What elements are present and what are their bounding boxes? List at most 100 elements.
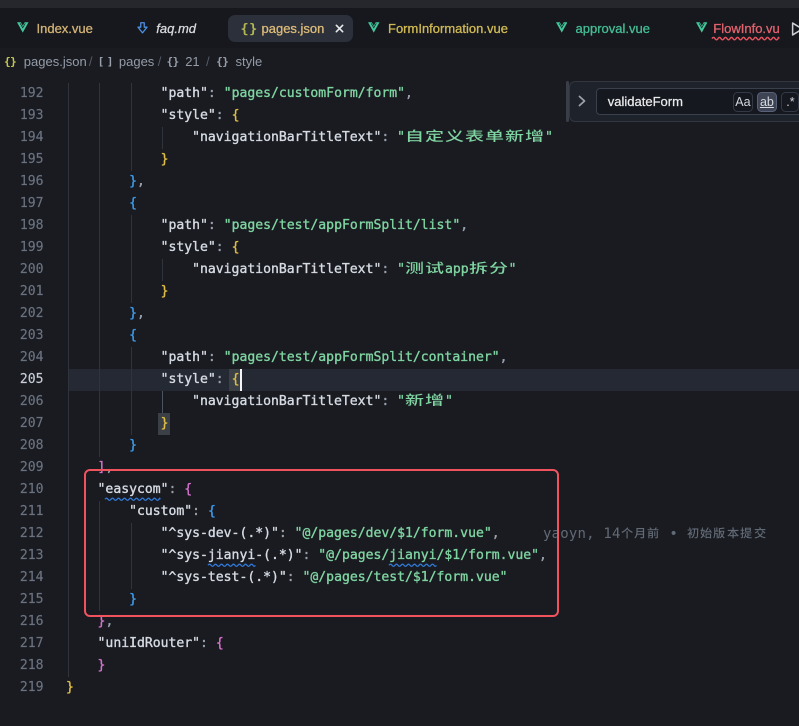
code-line: "style": { [66,237,239,259]
line-number: 201 [0,281,44,303]
token-k: "path" [161,218,208,233]
git-blame-annotation: yaoyn, 14 • [543,523,767,545]
token-s: "pages/customForm/form" [224,86,405,101]
token-b1: } [161,152,169,167]
line-number: 218 [0,655,44,677]
breadcrumb-item[interactable]: style [236,48,263,76]
find-regex-toggle[interactable]: .* [781,92,799,112]
tab-label[interactable]: approval.vue [576,21,650,36]
line-number: 196 [0,171,44,193]
breadcrumb-item[interactable]: pages [119,48,154,76]
toggle-replace-chevron-icon[interactable] [577,94,587,108]
object-icon: {} [4,48,16,76]
token-p: , [137,174,145,189]
indent-whitespace [66,174,129,189]
cjk-glyph [727,527,739,539]
object-icon: {} [216,48,228,76]
token-s: "pages/test/appFormSplit/list" [224,218,461,233]
code-line: } [66,655,105,677]
cjk-glyph [700,527,712,539]
vue-icon [696,22,708,33]
find-whole-word-label: ab [760,95,774,109]
token-p: : [381,394,397,409]
code-line: "style": { [66,105,239,127]
code-line: "path": "pages/customForm/form", [66,83,413,105]
code-editor[interactable]: 192 "path": "pages/customForm/form",193 … [0,76,799,726]
indent-whitespace [66,262,192,277]
token-s: "" [397,394,453,409]
cjk-glyph [445,129,464,143]
line-number: 206 [0,391,44,413]
markdown-icon [137,22,148,34]
code-line: "navigationBarTitleText": "" [66,391,453,413]
token-b1: } [161,284,169,299]
tab-label[interactable]: Index.vue [37,21,93,36]
vue-icon [17,22,29,33]
token-b1: } [66,680,74,695]
line-number: 197 [0,193,44,215]
token-k: "style" [161,240,216,255]
token-k: "path" [161,86,208,101]
tab-label[interactable]: faq.md [156,21,196,36]
indent-whitespace [66,372,161,387]
code-line: "uniIdRouter": { [66,633,224,655]
code-line: "navigationBarTitleText": "app" [66,259,517,281]
token-p: : [381,130,397,145]
code-line: "navigationBarTitleText": "" [66,127,553,149]
line-number: 204 [0,347,44,369]
token-p: , [460,218,468,233]
line-number: 194 [0,127,44,149]
indent-whitespace [66,438,129,453]
cjk-glyph [469,261,488,275]
indent-whitespace [66,196,129,211]
breadcrumb-item[interactable]: pages.json [24,48,87,76]
cjk-glyph [485,129,504,143]
find-widget-sash[interactable] [566,81,569,122]
cjk-glyph [525,129,544,143]
tab-label[interactable]: FlowInfo.vu [713,21,779,36]
token-b1: } [161,416,169,431]
line-number: 211 [0,501,44,523]
token-b3: } [129,306,137,321]
token-b1: { [232,108,240,123]
line-number: 214 [0,567,44,589]
token-b3: { [129,196,137,211]
indent-whitespace [66,152,161,167]
breadcrumb-item[interactable]: 21 [185,48,199,76]
token-s: "pages/test/appFormSplit/container" [224,350,500,365]
indent-whitespace [66,240,161,255]
tab-label[interactable]: FormInformation.vue [388,21,508,36]
object-icon: {} [167,48,179,76]
indent-whitespace [66,658,98,673]
code-line: } [66,413,169,435]
token-p: : [208,350,224,365]
code-line: { [66,325,137,347]
token-p: : [208,218,224,233]
close-icon[interactable] [335,24,344,33]
line-number: 208 [0,435,44,457]
cjk-glyph [634,527,646,539]
token-p: , [500,350,508,365]
code-line: } [66,435,137,457]
code-line: }, [66,303,145,325]
array-icon: [] [98,48,113,76]
annotation-red-box [84,469,559,617]
code-line: }, [66,171,145,193]
code-line: "style": { [66,369,239,391]
token-k: "navigationBarTitleText" [192,130,381,145]
find-whole-word-toggle[interactable]: ab [757,92,777,112]
token-s: "app" [397,262,516,277]
indent-whitespace [66,636,98,651]
find-input-value: validateForm [608,88,683,115]
indent-whitespace [66,218,161,233]
code-line: } [66,677,74,699]
tab-label[interactable]: pages.json [262,21,325,36]
find-match-case-toggle[interactable]: Aa [733,92,753,112]
token-k: "style" [161,372,216,387]
chevron-right-outline-icon[interactable] [791,21,799,37]
indent-whitespace [66,108,161,123]
breadcrumb[interactable]: {}pages.json/[]pages/{}21/{}style [0,48,799,76]
array-icon-open-bracket: [ [98,55,104,68]
line-number: 192 [0,83,44,105]
indent-whitespace [66,306,129,321]
